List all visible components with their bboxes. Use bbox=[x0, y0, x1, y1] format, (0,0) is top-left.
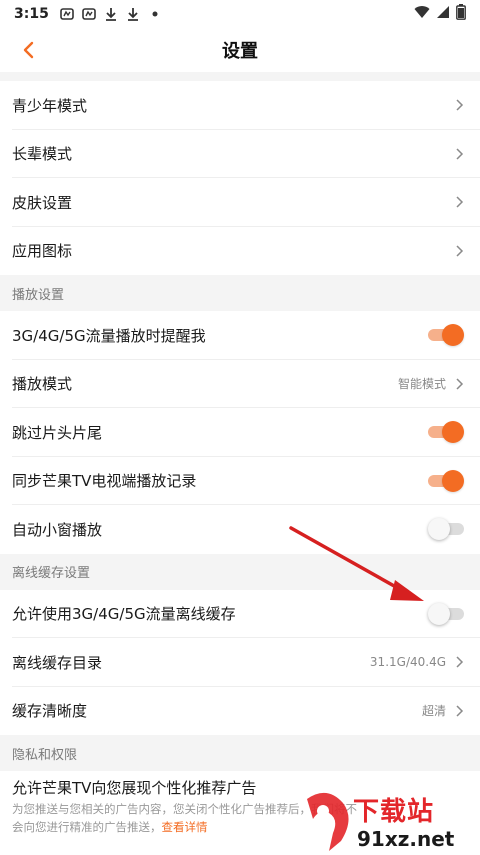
nav-bar: 设置 bbox=[0, 28, 480, 72]
dot-icon bbox=[147, 6, 163, 22]
row-value: 超清 bbox=[421, 704, 446, 719]
section-header-offline: 离线缓存设置 bbox=[0, 553, 480, 590]
chevron-right-icon bbox=[456, 196, 464, 208]
auto-mini-window-toggle[interactable] bbox=[428, 518, 464, 541]
row-cache-quality[interactable]: 缓存清晰度 超清 bbox=[0, 686, 480, 735]
section-gap bbox=[0, 72, 480, 81]
row-value: 31.1G/40.4G bbox=[369, 655, 446, 670]
chevron-right-icon bbox=[456, 99, 464, 111]
row-sync-tv-history: 同步芒果TV电视端播放记录 bbox=[0, 456, 480, 505]
row-teen-mode[interactable]: 青少年模式 bbox=[0, 81, 480, 130]
row-label: 缓存清晰度 bbox=[12, 702, 88, 721]
download-icon bbox=[125, 6, 141, 22]
chevron-right-icon bbox=[456, 656, 464, 668]
row-label: 青少年模式 bbox=[12, 96, 88, 115]
site-watermark: 下载站 91xz.net bbox=[301, 789, 476, 853]
chevron-right-icon bbox=[456, 148, 464, 160]
row-label: 3G/4G/5G流量播放时提醒我 bbox=[12, 326, 206, 345]
status-right bbox=[414, 4, 466, 24]
watermark-domain: 91xz.net bbox=[357, 827, 455, 851]
row-value: 智能模式 bbox=[397, 377, 446, 392]
description-line: 会向您进行精准的广告推送， bbox=[12, 820, 162, 834]
row-label: 播放模式 bbox=[12, 375, 73, 394]
status-bar: 3:15 bbox=[0, 0, 480, 28]
notification-b-icon bbox=[81, 6, 97, 22]
row-label: 跳过片头片尾 bbox=[12, 423, 103, 442]
view-details-link[interactable]: 查看详情 bbox=[162, 820, 208, 834]
row-offline-cache-dir[interactable]: 离线缓存目录 31.1G/40.4G bbox=[0, 638, 480, 687]
row-label: 离线缓存目录 bbox=[12, 653, 103, 672]
row-label: 应用图标 bbox=[12, 242, 73, 261]
chevron-right-icon bbox=[456, 378, 464, 390]
row-cellular-play-reminder: 3G/4G/5G流量播放时提醒我 bbox=[0, 311, 480, 360]
offline-group: 允许使用3G/4G/5G流量离线缓存 离线缓存目录 31.1G/40.4G 缓存… bbox=[0, 589, 480, 735]
chevron-left-icon bbox=[23, 41, 34, 59]
wifi-icon bbox=[414, 5, 430, 23]
status-time: 3:15 bbox=[14, 6, 49, 22]
watermark-text: 下载站 bbox=[353, 797, 435, 827]
sync-tv-history-toggle[interactable] bbox=[428, 469, 464, 492]
battery-icon bbox=[456, 4, 466, 24]
row-auto-mini-window: 自动小窗播放 bbox=[0, 505, 480, 554]
chevron-right-icon bbox=[456, 705, 464, 717]
signal-icon bbox=[436, 5, 450, 23]
row-label: 允许使用3G/4G/5G流量离线缓存 bbox=[12, 605, 236, 624]
row-elder-mode[interactable]: 长辈模式 bbox=[0, 129, 480, 178]
playback-group: 3G/4G/5G流量播放时提醒我 播放模式 智能模式 跳过片头片尾 同步芒果TV… bbox=[0, 311, 480, 554]
row-skin-settings[interactable]: 皮肤设置 bbox=[0, 178, 480, 227]
chevron-right-icon bbox=[456, 245, 464, 257]
row-play-mode[interactable]: 播放模式 智能模式 bbox=[0, 359, 480, 408]
back-button[interactable] bbox=[14, 36, 42, 64]
cellular-offline-cache-toggle[interactable] bbox=[428, 602, 464, 625]
row-skip-intro-outro: 跳过片头片尾 bbox=[0, 408, 480, 457]
section-header-playback: 播放设置 bbox=[0, 275, 480, 311]
skip-intro-toggle[interactable] bbox=[428, 421, 464, 444]
general-group: 青少年模式 长辈模式 皮肤设置 应用图标 bbox=[0, 81, 480, 275]
row-label: 长辈模式 bbox=[12, 145, 73, 164]
row-cellular-offline-cache: 允许使用3G/4G/5G流量离线缓存 bbox=[0, 589, 480, 638]
row-label: 同步芒果TV电视端播放记录 bbox=[12, 472, 197, 491]
cellular-reminder-toggle[interactable] bbox=[428, 324, 464, 347]
notification-a-icon bbox=[59, 6, 75, 22]
row-app-icon[interactable]: 应用图标 bbox=[0, 226, 480, 275]
row-label: 皮肤设置 bbox=[12, 193, 73, 212]
download-icon bbox=[103, 6, 119, 22]
row-label: 自动小窗播放 bbox=[12, 520, 103, 539]
page-title: 设置 bbox=[222, 41, 258, 62]
section-header-privacy: 隐私和权限 bbox=[0, 735, 480, 771]
